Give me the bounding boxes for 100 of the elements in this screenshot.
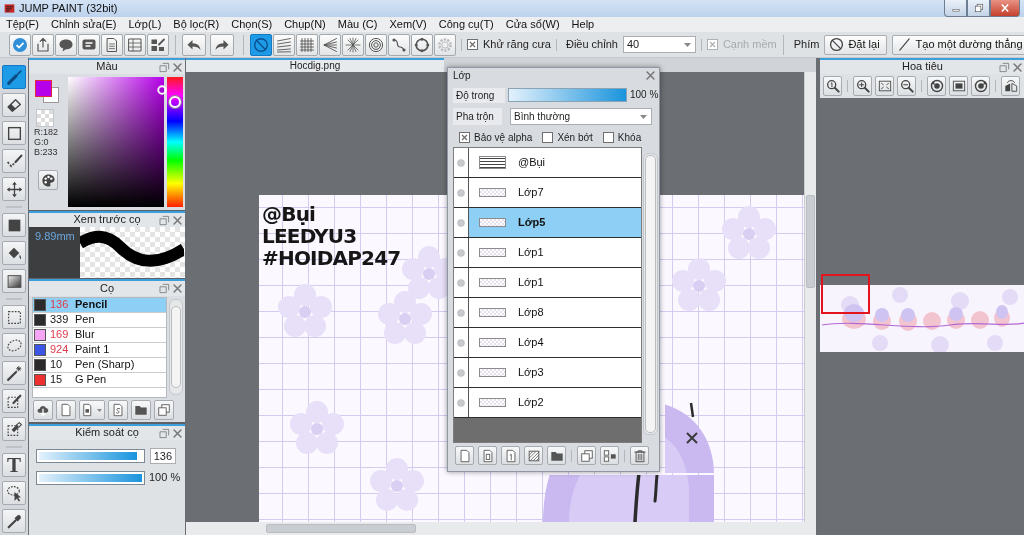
tool-button[interactable] (2, 361, 26, 385)
brush-action-button[interactable] (56, 400, 76, 420)
menu-item[interactable]: Chỉnh sửa(E) (45, 17, 123, 32)
ruler-button[interactable] (273, 33, 295, 56)
scroll-thumb[interactable] (806, 195, 815, 288)
palette-button[interactable] (38, 170, 58, 190)
brush-action-button[interactable] (33, 400, 53, 420)
tool-button[interactable] (2, 241, 26, 265)
dot-icon[interactable] (457, 158, 465, 167)
menu-item[interactable]: Lớp(L) (122, 17, 168, 32)
layer-item[interactable]: Lớp4 (454, 328, 641, 358)
brush-item[interactable]: 169 Blur (33, 328, 166, 343)
scroll-thumb[interactable] (266, 524, 416, 533)
ruler-button[interactable] (319, 33, 341, 56)
restore-button[interactable] (967, 0, 990, 17)
brush-item[interactable]: 10 Pen (Sharp) (33, 358, 166, 373)
dot-icon[interactable] (457, 248, 465, 257)
brush-item[interactable]: 136 Pencil (33, 298, 166, 313)
brush-action-button[interactable] (79, 400, 105, 420)
hue-slider-thumb[interactable] (169, 95, 181, 108)
close-button[interactable] (990, 0, 1020, 17)
menu-item[interactable]: Xem(V) (383, 17, 433, 32)
layer-action-button[interactable] (524, 446, 543, 465)
navigator-button[interactable] (853, 76, 872, 96)
brush-slider[interactable] (36, 448, 145, 463)
layer-action-button[interactable] (547, 446, 566, 465)
overlapping-squares-icon[interactable] (159, 283, 170, 294)
navigator-button[interactable] (949, 76, 968, 96)
brush-item[interactable]: 15 G Pen (33, 373, 166, 388)
adjust-dropdown[interactable]: 40 (622, 36, 696, 53)
menu-item[interactable]: Công cụ(T) (432, 17, 500, 32)
brush-action-button[interactable] (131, 400, 151, 420)
close-icon[interactable] (172, 283, 183, 294)
opacity-slider[interactable] (508, 88, 627, 102)
blend-dropdown[interactable]: Bình thường (510, 108, 652, 125)
hue-slider[interactable] (167, 77, 183, 207)
scroll-thumb[interactable] (171, 306, 181, 388)
overlapping-squares-icon[interactable] (159, 61, 170, 73)
brush-item[interactable]: 339 Pen (33, 313, 166, 328)
dot-icon[interactable] (457, 278, 465, 287)
overlapping-squares-icon[interactable] (159, 214, 170, 226)
toolbar-button[interactable] (55, 33, 77, 56)
tool-button[interactable] (2, 305, 26, 329)
close-icon[interactable] (645, 70, 656, 81)
menu-item[interactable]: Màu (C) (331, 17, 384, 32)
ruler-button[interactable] (250, 33, 272, 56)
redo-button[interactable] (210, 33, 234, 56)
toolbar-button[interactable] (78, 33, 100, 56)
checkbox[interactable] (542, 132, 554, 143)
saturation-value-field[interactable] (68, 77, 164, 207)
layer-action-button[interactable] (455, 446, 474, 465)
dot-icon[interactable] (457, 308, 465, 317)
close-icon[interactable] (172, 214, 183, 226)
layer-item[interactable]: Lớp8 (454, 298, 641, 328)
layer-action-button[interactable] (577, 446, 596, 465)
color-swatches-icon[interactable] (35, 80, 59, 104)
checkbox[interactable] (459, 132, 470, 143)
ruler-button[interactable] (342, 33, 364, 56)
dot-icon[interactable] (457, 218, 465, 227)
close-icon[interactable] (1012, 61, 1023, 73)
toolbar-button[interactable] (101, 33, 123, 56)
menu-item[interactable]: Chụp(N) (278, 17, 332, 32)
menu-item[interactable]: Bộ lọc(R) (167, 17, 226, 32)
tool-button[interactable] (2, 389, 26, 413)
layer-action-button[interactable] (600, 446, 619, 465)
navigator-button[interactable] (971, 76, 990, 96)
menu-item[interactable]: Cửa sổ(W) (499, 17, 566, 32)
toolbar-button[interactable] (147, 33, 169, 56)
reset-button[interactable]: Đặt lại (824, 34, 887, 55)
navigator-button[interactable] (875, 76, 894, 96)
layer-item[interactable]: Lớp3 (454, 358, 641, 388)
tool-button[interactable] (2, 509, 26, 533)
toolbar-button[interactable] (32, 33, 54, 56)
layer-item[interactable]: @Bụi (454, 148, 641, 178)
layer-item[interactable]: Lớp2 (454, 388, 641, 418)
dot-icon[interactable] (457, 368, 465, 377)
layer-action-button[interactable] (501, 446, 520, 465)
ruler-button[interactable] (296, 33, 318, 56)
menu-item[interactable]: Chọn(S) (225, 17, 279, 32)
tool-button[interactable] (2, 121, 26, 145)
text-tool-button[interactable]: T (2, 453, 26, 477)
tool-button[interactable] (2, 177, 26, 201)
layer-item[interactable]: Lớp7 (454, 178, 641, 208)
navigator-button[interactable] (1001, 76, 1020, 96)
toolbar-button[interactable] (9, 33, 31, 56)
menu-item[interactable]: Tệp(F) (0, 17, 45, 32)
layer-item[interactable]: Lớp1 (454, 268, 641, 298)
minimize-button[interactable] (944, 0, 967, 17)
scrollbar[interactable] (169, 299, 183, 395)
scrollbar[interactable] (186, 522, 816, 535)
layer-action-button[interactable] (630, 446, 649, 465)
dot-icon[interactable] (457, 338, 465, 347)
layer-action-button[interactable] (478, 446, 497, 465)
tool-button[interactable] (2, 269, 26, 293)
size-field[interactable]: 136 (150, 447, 176, 464)
brush-item[interactable]: 924 Paint 1 (33, 343, 166, 358)
brush-action-button[interactable] (108, 400, 128, 420)
scrollbar[interactable] (804, 72, 816, 522)
navigator-button[interactable] (897, 76, 916, 96)
tool-button[interactable] (2, 481, 26, 505)
